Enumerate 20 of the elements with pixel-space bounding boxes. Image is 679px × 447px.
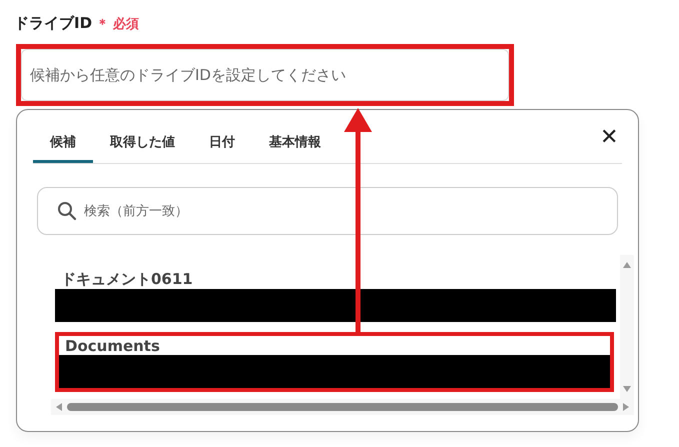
scrollbar-thumb[interactable] xyxy=(67,403,618,411)
item-title[interactable]: ドキュメント0611 xyxy=(55,266,199,294)
tab[interactable]: 候補 xyxy=(33,123,93,163)
tab[interactable]: 日付 xyxy=(192,123,252,163)
scroll-down-icon[interactable] xyxy=(622,385,632,393)
field-label: ドライブID xyxy=(14,14,92,33)
horizontal-scrollbar[interactable] xyxy=(51,399,634,415)
search-icon xyxy=(57,201,77,221)
vertical-scrollbar[interactable] xyxy=(620,255,634,399)
required-label: 必須 xyxy=(113,16,140,33)
scroll-up-icon[interactable] xyxy=(622,261,632,269)
scroll-left-icon[interactable] xyxy=(55,402,63,412)
tab[interactable]: 基本情報 xyxy=(252,123,338,163)
search-field[interactable]: 検索（前方一致） xyxy=(37,187,618,235)
drive-id-field[interactable]: 候補から任意のドライブIDを設定してください xyxy=(21,49,509,101)
item-title[interactable]: Documents xyxy=(59,333,166,361)
required-asterisk: ＊ xyxy=(96,16,110,33)
close-button[interactable]: ✕ xyxy=(596,124,622,150)
scroll-right-icon[interactable] xyxy=(622,402,630,412)
tab[interactable]: 取得した値 xyxy=(93,123,192,163)
